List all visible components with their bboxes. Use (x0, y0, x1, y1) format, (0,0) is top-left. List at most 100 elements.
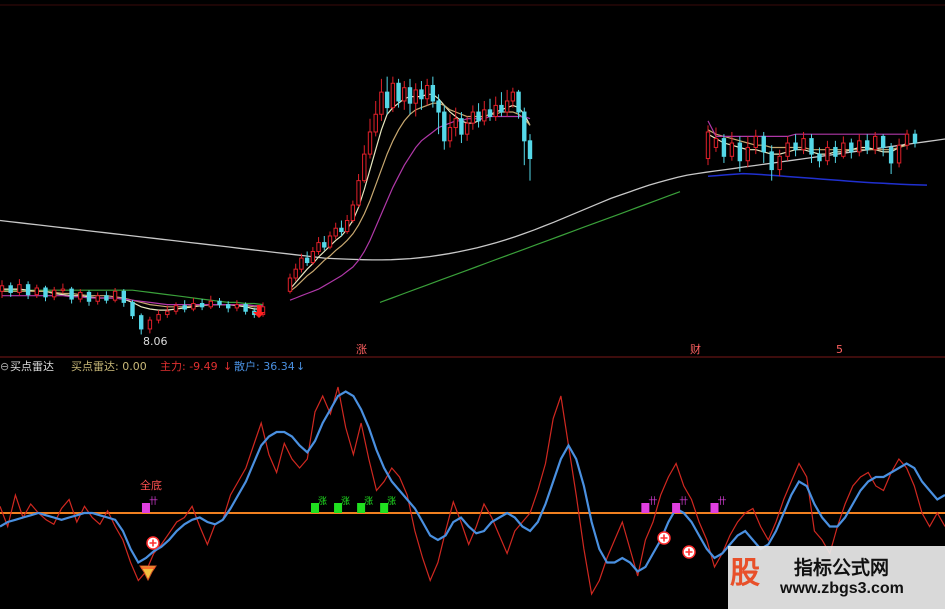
candle-body (396, 82, 401, 102)
candle-body (769, 151, 774, 171)
indicator-toggle-icon[interactable]: ⊖ (0, 360, 9, 374)
plus-circle-icon (682, 545, 696, 559)
candle (208, 295, 214, 310)
candle-body (857, 140, 862, 153)
candle-body (793, 142, 798, 151)
candle (785, 136, 790, 161)
candle (442, 105, 447, 150)
rise-signal-label: 涨 (387, 496, 396, 507)
candle (182, 300, 187, 313)
candle (333, 222, 338, 240)
indicator-name[interactable]: 买点雷达 (10, 360, 54, 374)
candle-body (825, 146, 830, 162)
candle-body (833, 146, 838, 157)
candle (69, 286, 74, 304)
bottom-gem-icon (139, 565, 157, 582)
candle-body (191, 302, 196, 310)
candle-body (147, 319, 153, 330)
candle-body (299, 257, 304, 270)
candle (104, 291, 109, 304)
candle (121, 289, 126, 307)
candle (367, 118, 373, 159)
candle-body (493, 104, 498, 117)
candle-body (0, 285, 5, 292)
candle-body (447, 127, 453, 142)
candle-body (78, 291, 83, 300)
candle (857, 134, 862, 157)
candle-body (504, 100, 510, 113)
candle-body (34, 287, 39, 296)
candle-body (482, 109, 487, 122)
candle-body (384, 91, 390, 109)
candle-body (130, 301, 135, 317)
moving-average-3 (2, 115, 907, 307)
candle (95, 292, 100, 305)
candle-body (8, 285, 13, 293)
candle (904, 129, 910, 150)
candle (888, 143, 894, 175)
candle (165, 305, 170, 318)
candle-body (737, 142, 743, 162)
candle-body (745, 146, 751, 162)
buy-signal-label: 卄 (149, 496, 158, 507)
candle-body (476, 111, 481, 122)
candle (833, 140, 838, 163)
candle-body (487, 109, 493, 117)
candle-body (243, 304, 248, 312)
candle-body (373, 113, 378, 133)
buy-signal-label: 卄 (679, 496, 688, 507)
candle-body (761, 135, 766, 153)
candle (407, 78, 413, 115)
candle-body (199, 302, 205, 308)
candle-body (182, 305, 187, 310)
candle (78, 289, 83, 303)
low-price-label: 8.06 (143, 335, 168, 348)
moving-average-2 (2, 102, 908, 308)
candle (817, 147, 822, 168)
retail-arrow-icon: ↓ (296, 360, 306, 373)
candle (362, 145, 367, 183)
candle-body (453, 118, 458, 129)
candle-body (17, 284, 22, 293)
candle-body (379, 91, 384, 115)
candle-body (817, 153, 822, 162)
buy-signal-label: 卄 (718, 496, 727, 507)
candle (865, 134, 870, 155)
candle (880, 134, 886, 157)
candle (52, 286, 57, 301)
candle (17, 279, 22, 296)
candle-body (430, 84, 436, 102)
candle-body (43, 287, 48, 298)
candle-body (208, 300, 214, 308)
candle (199, 299, 205, 311)
candle-body (436, 100, 441, 113)
candle-body (287, 277, 293, 292)
candle (356, 174, 361, 208)
rise-signal-label: 涨 (341, 496, 350, 507)
candlestick-panel (0, 76, 945, 335)
candle (139, 313, 144, 335)
candle-body (112, 290, 118, 301)
watermark-url: www.zbgs3.com (780, 580, 904, 597)
candle-body (327, 235, 333, 248)
candle (761, 131, 766, 163)
candle (713, 127, 719, 152)
candle (896, 138, 902, 168)
candle (721, 134, 727, 163)
candle (217, 297, 222, 308)
candle (322, 235, 327, 251)
watermark-title: 指标公式网 (794, 557, 890, 579)
candle-body (809, 138, 814, 155)
candle-body (713, 138, 719, 148)
candle-body (522, 111, 527, 142)
candle (243, 302, 248, 315)
candle (373, 100, 378, 137)
main-force-arrow-icon: ↓ (223, 360, 233, 373)
candle-body (888, 146, 894, 164)
candle-body (801, 138, 806, 151)
candle-body (402, 87, 407, 102)
candle-body (527, 140, 533, 160)
candle (809, 134, 814, 163)
candle-body (407, 87, 413, 104)
candle-body (459, 118, 464, 135)
